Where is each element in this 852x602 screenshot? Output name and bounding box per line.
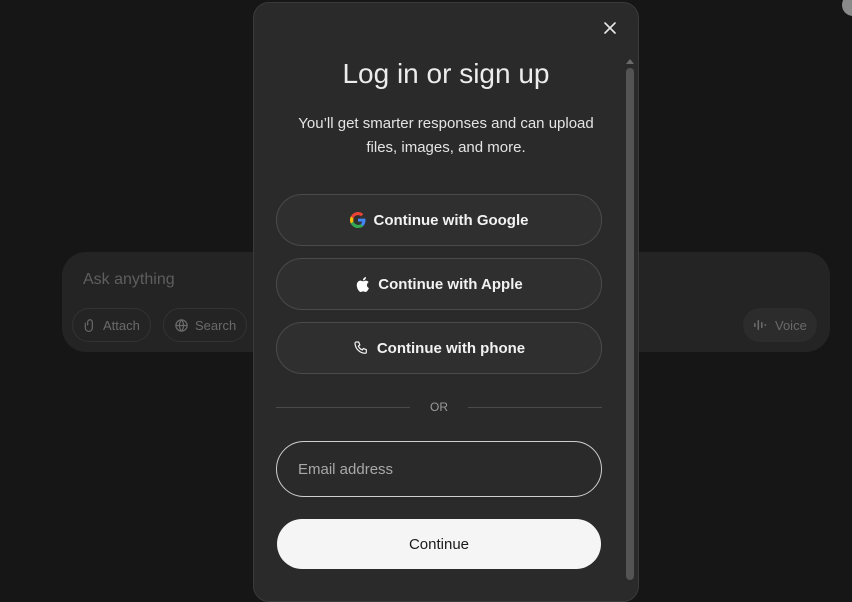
divider-line-left xyxy=(276,406,410,408)
attach-label: Attach xyxy=(103,317,140,333)
composer-placeholder: Ask anything xyxy=(83,271,175,288)
or-divider: OR xyxy=(276,400,602,414)
attach-button: Attach xyxy=(72,308,151,342)
modal-title: Log in or sign up xyxy=(342,58,550,89)
apple-button-label: Continue with Apple xyxy=(378,275,523,293)
close-icon xyxy=(604,21,616,39)
continue-with-apple-button[interactable]: Continue with Apple xyxy=(276,258,602,310)
voice-button: Voice xyxy=(743,308,817,342)
search-label: Search xyxy=(195,317,237,333)
close-button[interactable] xyxy=(600,20,620,40)
modal-scrollbar[interactable] xyxy=(625,59,635,589)
continue-with-google-button[interactable]: Continue with Google xyxy=(276,194,602,246)
voice-label: Voice xyxy=(775,317,807,333)
profile-avatar xyxy=(842,0,852,16)
divider-or-text: OR xyxy=(430,400,448,414)
waveform-icon xyxy=(753,318,769,332)
scrollbar-thumb[interactable] xyxy=(626,68,634,580)
divider-line-right xyxy=(468,406,602,408)
continue-with-phone-button[interactable]: Continue with phone xyxy=(276,322,602,374)
phone-button-label: Continue with phone xyxy=(376,339,526,357)
paperclip-icon xyxy=(83,318,97,332)
continue-button[interactable]: Continue xyxy=(277,519,601,569)
globe-icon xyxy=(174,318,189,333)
apple-icon xyxy=(355,276,370,293)
phone-icon xyxy=(353,340,369,356)
search-button: Search xyxy=(163,308,248,342)
google-icon xyxy=(349,212,366,228)
modal-subtitle: You’ll get smarter responses and can upl… xyxy=(298,115,594,156)
email-address-input[interactable] xyxy=(276,441,602,497)
login-modal: Log in or sign up You’ll get smarter res… xyxy=(253,2,639,602)
scroll-up-arrow-icon[interactable] xyxy=(626,59,634,64)
google-button-label: Continue with Google xyxy=(373,211,529,229)
